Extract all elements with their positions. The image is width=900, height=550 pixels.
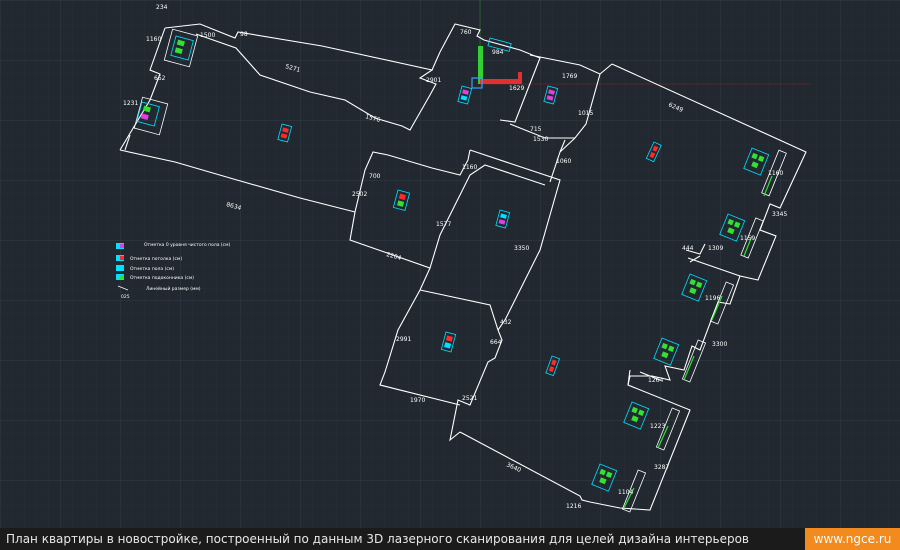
cad-drawing-canvas[interactable]: 234 1160 1500 98 5271 652 1231 1576 8634… <box>0 0 900 528</box>
legend-label: Отметка потолка (см) <box>130 256 182 262</box>
dim-label: 98 <box>240 31 248 38</box>
dim-label: 2502 <box>352 191 367 198</box>
dim-label: 1060 <box>556 158 571 165</box>
legend-label: Отметка пола (см) <box>130 266 174 272</box>
dim-label: 760 <box>460 29 472 36</box>
legend-label: Отметка подоконника (см) <box>130 275 194 281</box>
dim-label: 2521 <box>462 395 477 402</box>
dim-label: 984 <box>492 49 504 56</box>
dim-label: 1264 <box>648 377 663 384</box>
dim-label: 1015 <box>578 110 593 117</box>
legend-label: Линейный размер (мм) <box>146 285 201 292</box>
dim-label: 715 <box>530 126 542 133</box>
site-badge[interactable]: www.ngce.ru <box>805 528 900 550</box>
dim-label: 3287 <box>654 464 669 471</box>
dim-label: 1500 <box>200 32 215 39</box>
dim-label: 1769 <box>562 73 577 80</box>
dim-label: 652 <box>154 75 166 82</box>
dim-label: 1104 <box>618 489 633 496</box>
caption-text: План квартиры в новостройке, построенный… <box>6 532 749 546</box>
dim-label: 1216 <box>566 503 581 510</box>
dim-label: 432 <box>500 319 512 326</box>
dim-label: 664 <box>490 339 502 346</box>
dim-label: 3345 <box>772 211 787 218</box>
dim-label: 1159 <box>740 235 755 242</box>
dim-label: 2901 <box>426 77 441 84</box>
dim-label: 1231 <box>123 100 138 107</box>
dim-label: 3300 <box>712 341 727 348</box>
dim-label: 1223 <box>650 423 665 430</box>
dim-label: 1309 <box>708 245 723 252</box>
dim-label: 1577 <box>436 221 451 228</box>
dim-label: 1970 <box>410 397 425 404</box>
dim-label: 1160 <box>768 170 783 177</box>
dim-label: 234 <box>156 4 168 11</box>
dim-label: 1160 <box>146 36 161 43</box>
cad-viewport: 234 1160 1500 98 5271 652 1231 1576 8634… <box>0 0 900 550</box>
dim-label: 700 <box>369 173 381 180</box>
caption-bar: План квартиры в новостройке, построенный… <box>0 528 900 550</box>
dim-label: 444 <box>682 245 694 252</box>
legend-sample: 025 <box>121 294 130 300</box>
dim-label: 1160 <box>462 164 477 171</box>
dim-label: 1629 <box>509 85 524 92</box>
dim-label: 3350 <box>514 245 529 252</box>
dim-label: 1196 <box>705 295 720 302</box>
legend-label: Отметка 0 уровня чистого пола (см) <box>144 242 231 248</box>
dim-label: 1530 <box>533 136 548 143</box>
dim-label: 2991 <box>396 336 411 343</box>
